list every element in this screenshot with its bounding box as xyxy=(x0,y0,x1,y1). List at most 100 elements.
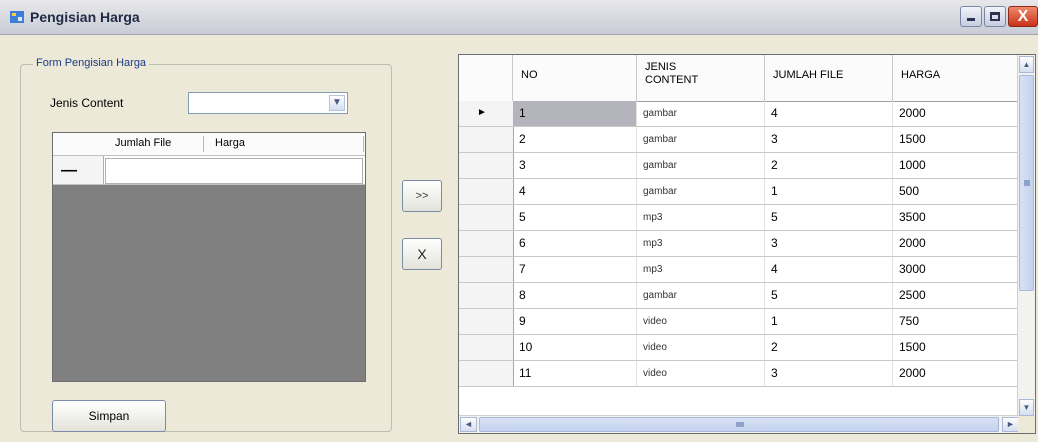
cell-jenis[interactable]: mp3 xyxy=(637,257,765,282)
cell-jenis[interactable]: video xyxy=(637,335,765,360)
cell-no[interactable]: 4 xyxy=(513,179,637,204)
cell-no[interactable]: 5 xyxy=(513,205,637,230)
cell-jumlah[interactable]: 5 xyxy=(765,205,893,230)
row-header[interactable]: — xyxy=(53,156,104,184)
cell-jumlah[interactable]: 5 xyxy=(765,283,893,308)
table-row[interactable]: 9 video 1 750 xyxy=(459,309,1019,335)
title-bar: Pengisian Harga X xyxy=(0,0,1038,35)
input-grid[interactable]: Jumlah File Harga — xyxy=(52,132,366,382)
row-header[interactable] xyxy=(459,335,514,360)
cell-jenis[interactable]: mp3 xyxy=(637,205,765,230)
column-header-no[interactable]: NO xyxy=(513,55,637,101)
row-header[interactable] xyxy=(459,205,514,230)
row-header[interactable] xyxy=(459,309,514,334)
add-button[interactable]: >> xyxy=(402,180,442,212)
column-header-harga[interactable]: Harga xyxy=(215,137,245,149)
cell-harga[interactable]: 2000 xyxy=(893,101,1019,126)
cell-harga[interactable]: 2000 xyxy=(893,361,1019,386)
row-header[interactable] xyxy=(459,283,514,308)
cell-jumlah[interactable]: 2 xyxy=(765,153,893,178)
scroll-up-arrow-icon[interactable]: ▲ xyxy=(1019,56,1034,73)
input-grid-header: Jumlah File Harga xyxy=(53,133,365,156)
table-header: NO JENIS CONTENT JUMLAH FILE HARGA xyxy=(459,55,1019,102)
cell-jumlah[interactable]: 3 xyxy=(765,361,893,386)
cell-harga[interactable]: 1000 xyxy=(893,153,1019,178)
h-scroll-thumb[interactable] xyxy=(479,417,999,432)
scroll-thumb[interactable] xyxy=(1019,75,1034,291)
table-row[interactable]: 8 gambar 5 2500 xyxy=(459,283,1019,309)
horizontal-scrollbar[interactable]: ◄ ► xyxy=(459,415,1019,433)
cell-jumlah[interactable]: 2 xyxy=(765,335,893,360)
cell-harga[interactable]: 1500 xyxy=(893,335,1019,360)
scroll-left-arrow-icon[interactable]: ◄ xyxy=(460,417,477,432)
delete-button[interactable]: X xyxy=(402,238,442,270)
cell-harga[interactable]: 750 xyxy=(893,309,1019,334)
close-button[interactable]: X xyxy=(1008,6,1038,27)
column-header-harga[interactable]: HARGA xyxy=(893,55,1019,101)
table-row[interactable]: 2 gambar 3 1500 xyxy=(459,127,1019,153)
table-row[interactable]: ► 1 gambar 4 2000 xyxy=(459,101,1019,127)
table-row[interactable]: 4 gambar 1 500 xyxy=(459,179,1019,205)
chevron-down-icon[interactable]: ▼ xyxy=(329,95,345,111)
cell-no[interactable]: 3 xyxy=(513,153,637,178)
cell-no[interactable]: 9 xyxy=(513,309,637,334)
row-header[interactable] xyxy=(459,179,514,204)
vertical-scrollbar[interactable]: ▲ ▼ xyxy=(1017,55,1035,417)
scroll-right-arrow-icon[interactable]: ► xyxy=(1002,417,1019,432)
cell-harga[interactable]: 2500 xyxy=(893,283,1019,308)
cell-no[interactable]: 8 xyxy=(513,283,637,308)
row-header[interactable] xyxy=(459,257,514,282)
row-header[interactable] xyxy=(459,153,514,178)
cell-no[interactable]: 6 xyxy=(513,231,637,256)
cell-harga[interactable]: 3500 xyxy=(893,205,1019,230)
column-header-jumlah-file[interactable]: Jumlah File xyxy=(115,137,171,149)
table-row[interactable]: 11 video 3 2000 xyxy=(459,361,1019,387)
row-header[interactable] xyxy=(459,231,514,256)
save-button[interactable]: Simpan xyxy=(52,400,166,432)
cell-harga[interactable]: 3000 xyxy=(893,257,1019,282)
column-header-jenis-content[interactable]: JENIS CONTENT xyxy=(637,55,765,101)
maximize-button[interactable] xyxy=(984,6,1006,27)
table-row[interactable]: 6 mp3 3 2000 xyxy=(459,231,1019,257)
jenis-content-dropdown[interactable]: ▼ xyxy=(188,92,348,114)
price-table[interactable]: NO JENIS CONTENT JUMLAH FILE HARGA ► 1 gam… xyxy=(458,54,1036,434)
scroll-down-arrow-icon[interactable]: ▼ xyxy=(1019,399,1034,416)
cell-jumlah[interactable]: 3 xyxy=(765,231,893,256)
cell-jenis[interactable]: mp3 xyxy=(637,231,765,256)
new-row[interactable]: — xyxy=(53,156,365,185)
grid-edit-cell[interactable] xyxy=(105,158,363,184)
cell-no[interactable]: 10 xyxy=(513,335,637,360)
cell-jenis[interactable]: gambar xyxy=(637,127,765,152)
cell-no[interactable]: 7 xyxy=(513,257,637,282)
cell-jumlah[interactable]: 3 xyxy=(765,127,893,152)
new-row-marker: — xyxy=(61,162,77,179)
table-row[interactable]: 5 mp3 5 3500 xyxy=(459,205,1019,231)
column-header-jumlah-file[interactable]: JUMLAH FILE xyxy=(765,55,893,101)
cell-harga[interactable]: 1500 xyxy=(893,127,1019,152)
cell-no[interactable]: 11 xyxy=(513,361,637,386)
cell-harga[interactable]: 2000 xyxy=(893,231,1019,256)
group-title: Form Pengisian Harga xyxy=(33,57,150,69)
cell-jenis[interactable]: gambar xyxy=(637,179,765,204)
cell-jenis[interactable]: gambar xyxy=(637,153,765,178)
minimize-button[interactable] xyxy=(960,6,982,27)
cell-jumlah[interactable]: 1 xyxy=(765,309,893,334)
table-row[interactable]: 3 gambar 2 1000 xyxy=(459,153,1019,179)
cell-no[interactable]: 2 xyxy=(513,127,637,152)
h-scroll-grip-icon xyxy=(736,422,744,427)
row-header[interactable]: ► xyxy=(459,101,514,126)
column-divider xyxy=(363,136,364,152)
cell-jenis[interactable]: gambar xyxy=(637,101,765,126)
table-row[interactable]: 10 video 2 1500 xyxy=(459,335,1019,361)
table-row[interactable]: 7 mp3 4 3000 xyxy=(459,257,1019,283)
cell-jumlah[interactable]: 4 xyxy=(765,257,893,282)
cell-jumlah[interactable]: 1 xyxy=(765,179,893,204)
row-header[interactable] xyxy=(459,361,514,386)
cell-harga[interactable]: 500 xyxy=(893,179,1019,204)
cell-no[interactable]: 1 xyxy=(513,101,637,126)
cell-jenis[interactable]: video xyxy=(637,361,765,386)
row-header[interactable] xyxy=(459,127,514,152)
cell-jenis[interactable]: gambar xyxy=(637,283,765,308)
cell-jumlah[interactable]: 4 xyxy=(765,101,893,126)
cell-jenis[interactable]: video xyxy=(637,309,765,334)
